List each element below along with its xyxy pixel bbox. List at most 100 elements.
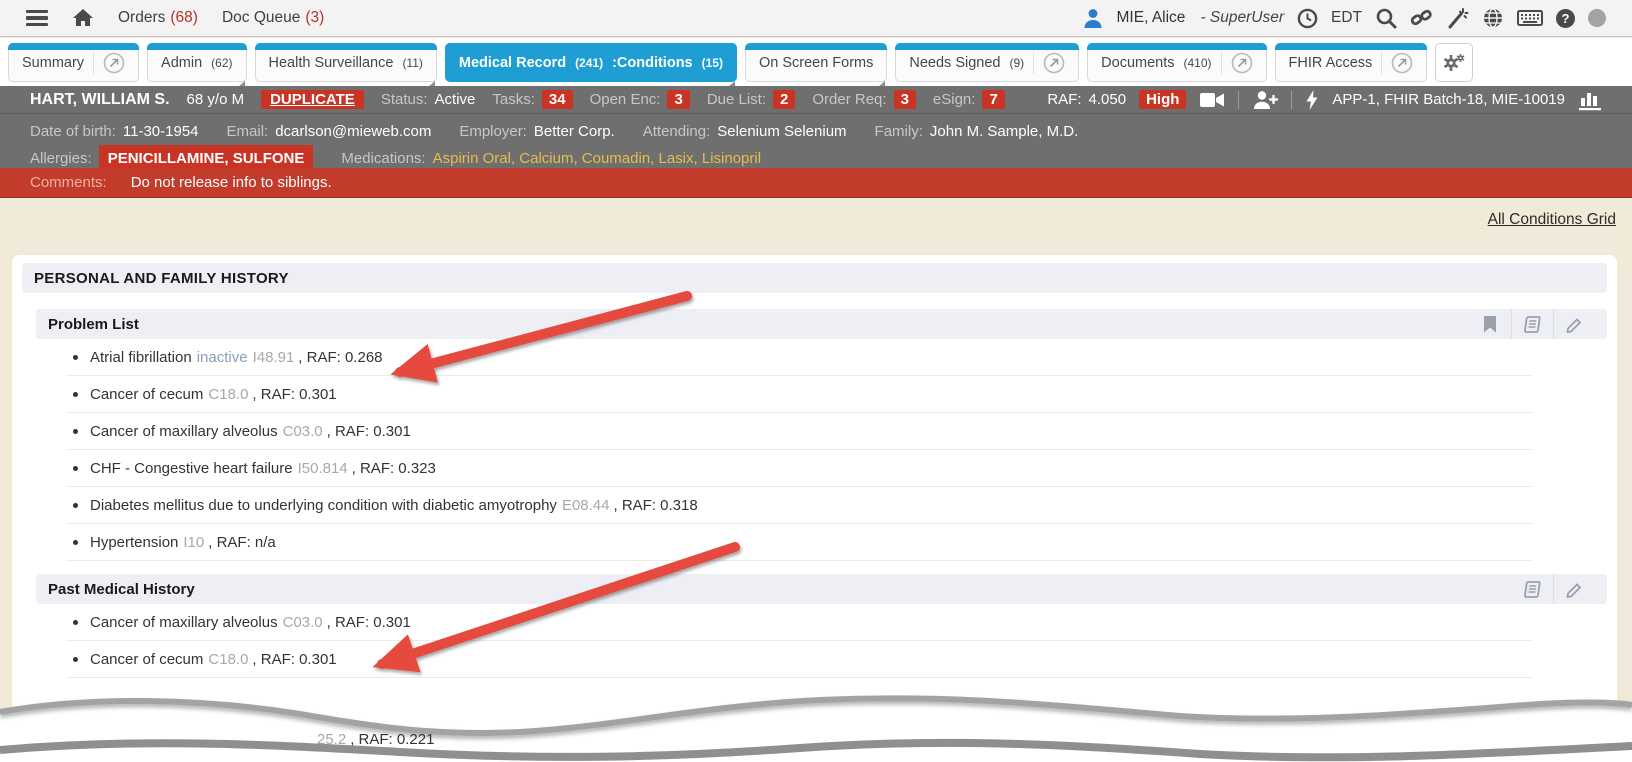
patient-name[interactable]: HART, WILLIAM S. bbox=[30, 91, 170, 109]
esign-label: eSign: bbox=[933, 91, 976, 108]
flowsheet-chart-icon[interactable] bbox=[1578, 89, 1602, 111]
tab-docs-count: (410) bbox=[1184, 56, 1212, 70]
tab-needs-signed[interactable]: Needs Signed (9) bbox=[895, 43, 1079, 82]
external-link-icon[interactable] bbox=[1391, 52, 1413, 74]
condition-name[interactable]: CHF - Congestive heart failure bbox=[90, 460, 293, 477]
bookmark-icon[interactable] bbox=[1469, 309, 1511, 339]
journal-icon[interactable] bbox=[1511, 574, 1553, 604]
all-conditions-grid-link[interactable]: All Conditions Grid bbox=[1488, 211, 1616, 229]
tab-admin[interactable]: Admin (62) bbox=[147, 43, 246, 82]
condition-row[interactable]: CHF - Congestive heart failureI50.814, R… bbox=[66, 450, 1533, 487]
timezone-label[interactable]: EDT bbox=[1331, 9, 1362, 27]
tab-admin-count: (62) bbox=[211, 56, 232, 70]
tab-needs-label: Needs Signed bbox=[909, 55, 1000, 71]
condition-code: C03.0 bbox=[283, 614, 323, 631]
tab-fhir-access[interactable]: FHIR Access bbox=[1275, 43, 1428, 82]
keyboard-icon[interactable] bbox=[1517, 8, 1543, 28]
condition-name[interactable]: Diabetes mellitus due to underlying cond… bbox=[90, 497, 557, 514]
condition-name[interactable]: Cancer of cecum bbox=[90, 651, 203, 668]
condition-name[interactable]: Atrial fibrillation bbox=[90, 349, 192, 366]
condition-row[interactable]: HypertensionI10, RAF: n/a bbox=[66, 524, 1533, 561]
condition-name[interactable]: Cancer of cecum bbox=[90, 386, 203, 403]
globe-icon[interactable] bbox=[1482, 7, 1504, 29]
condition-code: E08.44 bbox=[562, 497, 610, 514]
condition-raf: , RAF: 0.301 bbox=[252, 651, 336, 668]
add-person-icon[interactable] bbox=[1252, 90, 1278, 110]
search-icon[interactable] bbox=[1375, 7, 1397, 29]
condition-row[interactable]: Cancer of maxillary alveolus C03.0, RAF: … bbox=[66, 413, 1533, 450]
order-req-label: Order Req: bbox=[812, 91, 886, 108]
menu-icon[interactable] bbox=[26, 10, 48, 26]
condition-row[interactable]: Cancer of cecum C18.0, RAF: 0.301 bbox=[66, 641, 1533, 678]
condition-row[interactable]: Cancer of cecum C18.0, RAF: 0.301 bbox=[66, 376, 1533, 413]
due-list-badge[interactable]: 2 bbox=[773, 90, 795, 109]
duplicate-badge[interactable]: DUPLICATE bbox=[261, 90, 364, 109]
wand-icon[interactable] bbox=[1446, 7, 1469, 29]
condition-code: I10 bbox=[183, 534, 204, 551]
tab-documents[interactable]: Documents (410) bbox=[1087, 43, 1266, 82]
external-link-icon[interactable] bbox=[103, 52, 125, 74]
email-value[interactable]: dcarlson@mieweb.com bbox=[275, 119, 431, 145]
home-icon[interactable] bbox=[72, 8, 94, 28]
section-title: PERSONAL AND FAMILY HISTORY bbox=[34, 270, 289, 287]
section-past-medical-history[interactable]: Past Medical History bbox=[36, 574, 1607, 604]
status-label: Status: bbox=[381, 91, 428, 108]
problem-list-actions bbox=[1469, 309, 1595, 339]
nav-orders[interactable]: Orders (68) bbox=[118, 9, 198, 27]
problem-list: Atrial fibrillationinactiveI48.91, RAF: … bbox=[66, 339, 1533, 561]
condition-code: C18.0 bbox=[208, 651, 248, 668]
raf-label: RAF: bbox=[1047, 91, 1081, 108]
condition-name[interactable]: Hypertension bbox=[90, 534, 178, 551]
condition-raf: , RAF: 0.301 bbox=[327, 423, 411, 440]
condition-raf: , RAF: 0.318 bbox=[613, 497, 697, 514]
family-value: John M. Sample, M.D. bbox=[930, 119, 1078, 145]
tab-health-surveillance[interactable]: Health Surveillance (11) bbox=[255, 43, 437, 82]
condition-name[interactable]: Cancer of maxillary alveolus bbox=[90, 614, 278, 631]
section-problem-list[interactable]: Problem List bbox=[36, 309, 1607, 339]
raf-level-badge[interactable]: High bbox=[1139, 90, 1186, 109]
tab-on-screen-forms[interactable]: On Screen Forms bbox=[745, 43, 887, 82]
tab-medical-record[interactable]: Medical Record (241) :Conditions (15) bbox=[445, 43, 737, 82]
comments-value: Do not release info to siblings. bbox=[131, 174, 332, 191]
nav-orders-count: (68) bbox=[170, 9, 198, 27]
condition-code: C03.0 bbox=[283, 423, 323, 440]
patient-ids: APP-1, FHIR Batch-18, MIE-10019 bbox=[1332, 91, 1565, 108]
esign-badge[interactable]: 7 bbox=[982, 90, 1004, 109]
tab-summary[interactable]: Summary bbox=[8, 43, 139, 82]
condition-row[interactable]: Cancer of maxillary alveolus C03.0, RAF: … bbox=[66, 604, 1533, 641]
external-link-icon[interactable] bbox=[1043, 52, 1065, 74]
tab-medrec-sublabel: :Conditions bbox=[612, 55, 693, 71]
tab-settings-button[interactable] bbox=[1435, 43, 1473, 82]
link-icon[interactable] bbox=[1410, 7, 1433, 29]
external-link-icon[interactable] bbox=[1231, 52, 1253, 74]
nav-orders-label: Orders bbox=[118, 9, 165, 27]
condition-raf: , RAF: 0.323 bbox=[352, 460, 436, 477]
tasks-count-badge[interactable]: 34 bbox=[542, 90, 573, 109]
open-enc-badge[interactable]: 3 bbox=[667, 90, 689, 109]
condition-raf: , RAF: 0.301 bbox=[327, 614, 411, 631]
condition-name[interactable]: Cancer of maxillary alveolus bbox=[90, 423, 278, 440]
user-name[interactable]: MIE, Alice bbox=[1117, 9, 1186, 27]
condition-status[interactable]: inactive bbox=[197, 349, 248, 366]
pmh-actions bbox=[1511, 574, 1595, 604]
journal-icon[interactable] bbox=[1511, 309, 1553, 339]
order-req-badge[interactable]: 3 bbox=[894, 90, 916, 109]
condition-row[interactable]: Atrial fibrillationinactiveI48.91, RAF: … bbox=[66, 339, 1533, 376]
condition-raf: , RAF: 0.301 bbox=[252, 386, 336, 403]
nav-doc-queue-count: (3) bbox=[305, 9, 324, 27]
video-camera-icon[interactable] bbox=[1199, 91, 1225, 109]
pencil-icon[interactable] bbox=[1553, 309, 1595, 339]
section-personal-family-history[interactable]: PERSONAL AND FAMILY HISTORY bbox=[22, 263, 1607, 293]
pencil-icon[interactable] bbox=[1553, 574, 1595, 604]
condition-code: C18.0 bbox=[208, 386, 248, 403]
user-icon[interactable] bbox=[1082, 7, 1104, 29]
conditions-panel: PERSONAL AND FAMILY HISTORY Problem List… bbox=[12, 255, 1617, 762]
tab-summary-label: Summary bbox=[22, 55, 84, 71]
employer-label: Employer: bbox=[459, 119, 527, 145]
nav-doc-queue[interactable]: Doc Queue (3) bbox=[222, 9, 324, 27]
clock-icon[interactable] bbox=[1297, 8, 1318, 29]
condition-row[interactable]: Diabetes mellitus due to underlying cond… bbox=[66, 487, 1533, 524]
lightning-icon[interactable] bbox=[1305, 89, 1319, 111]
patient-age-sex: 68 y/o M bbox=[187, 91, 245, 108]
help-icon[interactable] bbox=[1556, 9, 1575, 28]
